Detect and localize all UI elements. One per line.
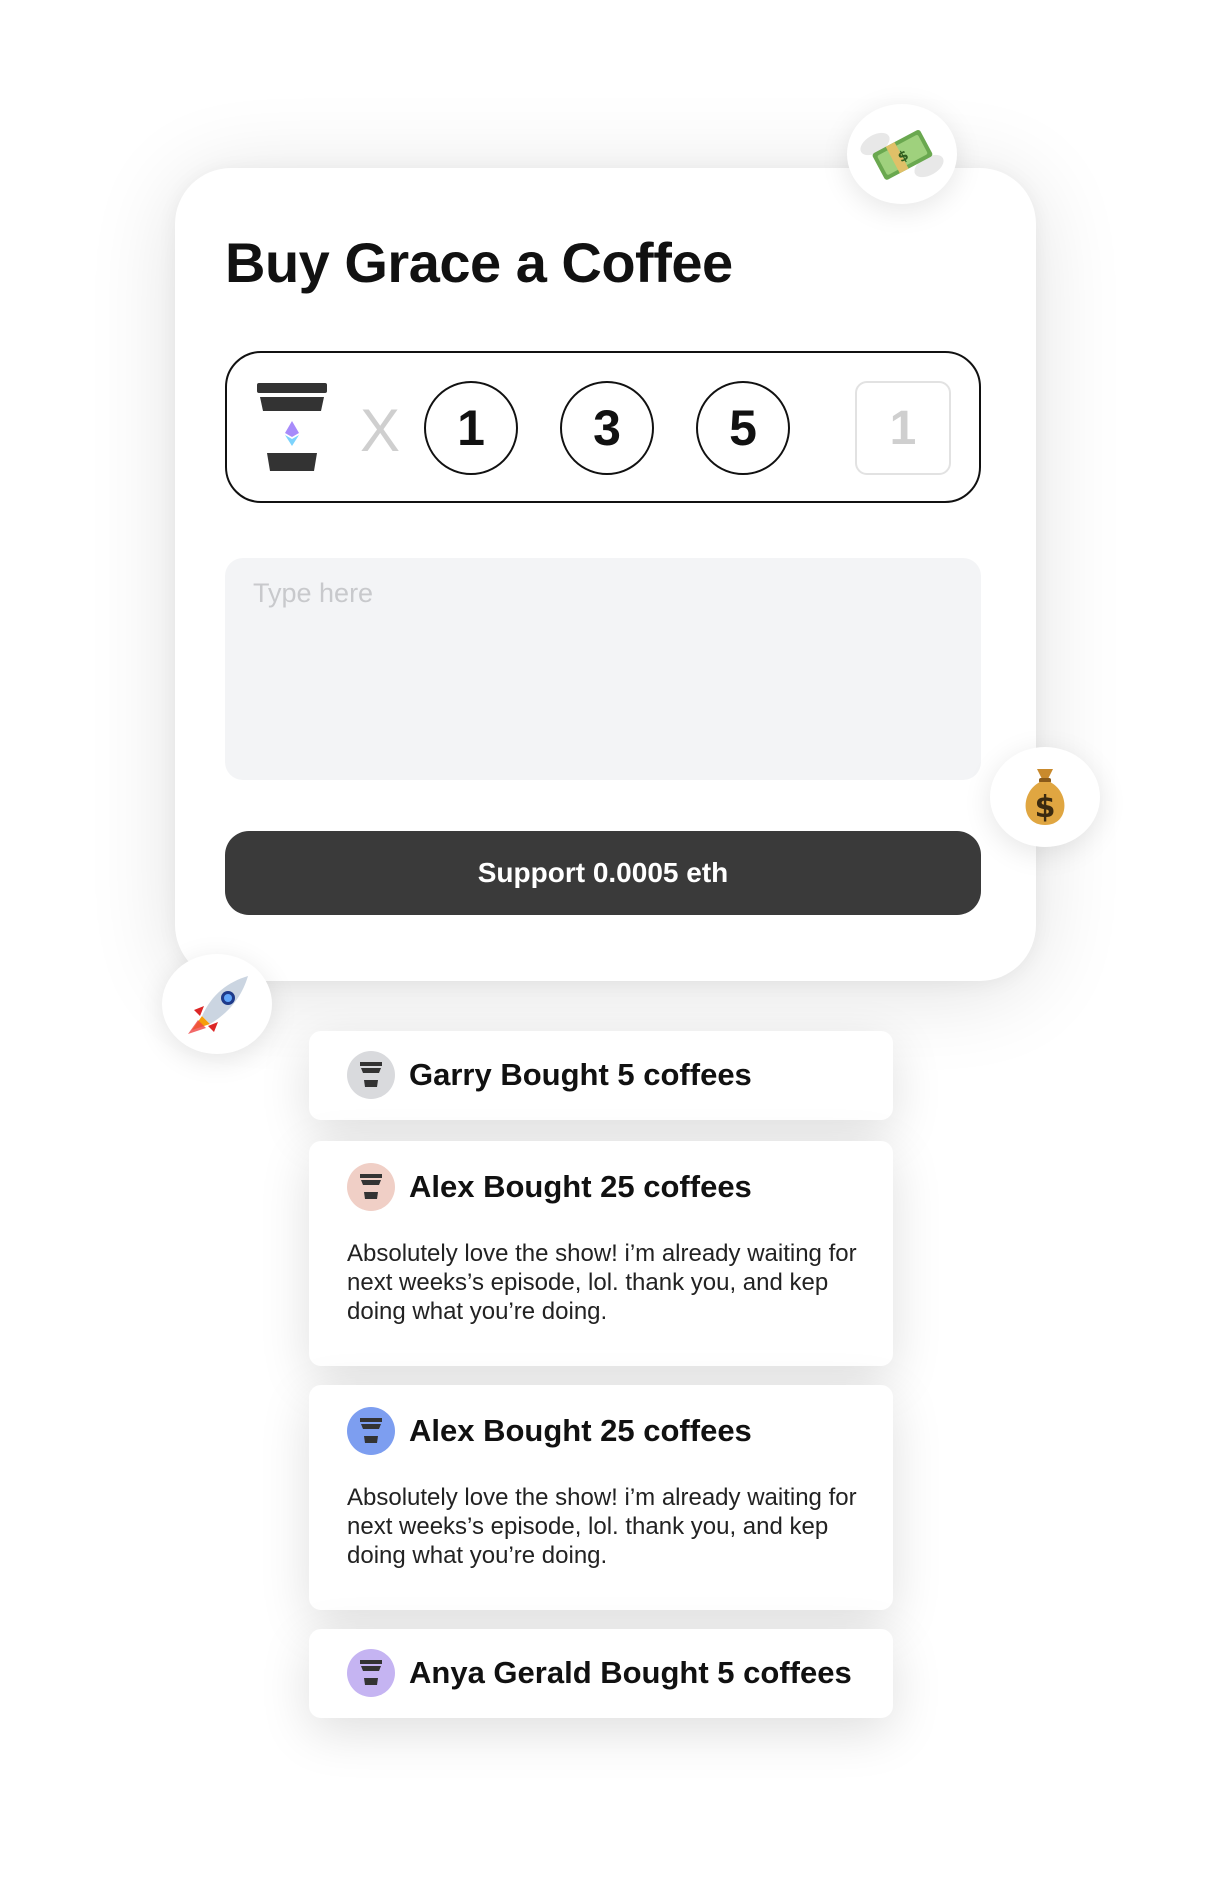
coffee-cup-icon	[360, 1062, 382, 1087]
rocket-icon	[162, 954, 272, 1054]
message-input[interactable]	[225, 558, 981, 780]
entry-message: Absolutely love the show! i’m already wa…	[347, 1484, 857, 1569]
supporter-entry: Anya Gerald Bought 5 coffees	[309, 1629, 893, 1718]
avatar	[347, 1649, 395, 1697]
custom-quantity-input[interactable]	[855, 381, 951, 475]
money-bag-icon: $	[990, 747, 1100, 847]
support-button[interactable]: Support 0.0005 eth	[225, 831, 981, 915]
coffee-cup-icon	[360, 1174, 382, 1199]
avatar	[347, 1051, 395, 1099]
coffee-cup-icon	[360, 1418, 382, 1443]
entry-title: Anya Gerald Bought 5 coffees	[409, 1655, 852, 1690]
quantity-option-3[interactable]: 3	[560, 381, 654, 475]
buy-coffee-card: Buy Grace a Coffee X 1 3 5 Support 0.000…	[175, 168, 1036, 981]
coffee-quantity-selector: X 1 3 5	[225, 351, 981, 503]
money-with-wings-icon: $	[847, 104, 957, 204]
quantity-option-1[interactable]: 1	[424, 381, 518, 475]
avatar	[347, 1163, 395, 1211]
page-title: Buy Grace a Coffee	[225, 231, 733, 294]
avatar	[347, 1407, 395, 1455]
svg-text:$: $	[1035, 790, 1056, 825]
coffee-cup-icon	[257, 383, 327, 473]
supporter-entry: Alex Bought 25 coffees Absolutely love t…	[309, 1141, 893, 1366]
entry-title: Alex Bought 25 coffees	[409, 1169, 752, 1204]
supporter-entry: Garry Bought 5 coffees	[309, 1031, 893, 1120]
multiply-symbol: X	[360, 397, 401, 464]
quantity-option-5[interactable]: 5	[696, 381, 790, 475]
entry-title: Garry Bought 5 coffees	[409, 1057, 752, 1092]
supporter-entry: Alex Bought 25 coffees Absolutely love t…	[309, 1385, 893, 1610]
entry-message: Absolutely love the show! i’m already wa…	[347, 1240, 857, 1325]
entry-title: Alex Bought 25 coffees	[409, 1413, 752, 1448]
coffee-cup-icon	[360, 1660, 382, 1685]
